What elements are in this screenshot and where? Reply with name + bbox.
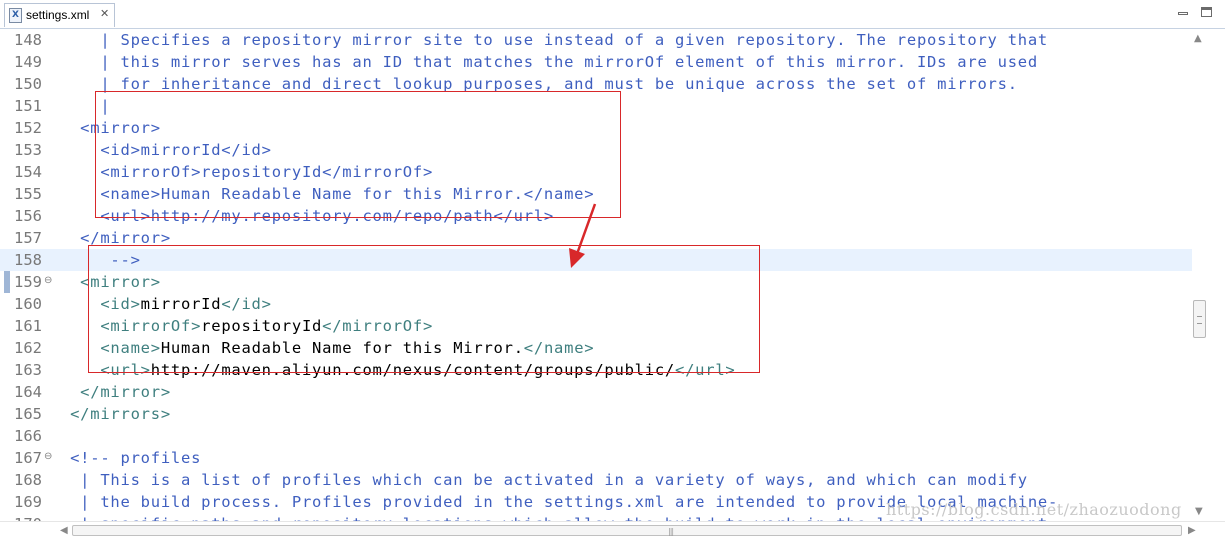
line-number: 157: [14, 229, 42, 247]
scroll-left-icon[interactable]: ◀: [60, 525, 68, 536]
code-token: <!-- profiles: [60, 449, 202, 467]
code-line[interactable]: 165 </mirrors>: [0, 403, 1192, 425]
line-number: 152: [14, 119, 42, 137]
code-text: | this mirror serves has an ID that matc…: [60, 51, 1038, 73]
line-number: 158: [14, 251, 42, 269]
code-line[interactable]: 166: [0, 425, 1192, 447]
editor-tab-bar: X settings.xml ✕: [0, 0, 1225, 29]
line-number: 169: [14, 493, 42, 511]
maximize-icon[interactable]: [1200, 6, 1214, 18]
code-line[interactable]: 149 | this mirror serves has an ID that …: [0, 51, 1192, 73]
fold-toggle-icon[interactable]: ⊖: [44, 276, 54, 286]
scroll-right-icon[interactable]: ▶: [1188, 525, 1196, 536]
line-number: 166: [14, 427, 42, 445]
line-number: 161: [14, 317, 42, 335]
annotation-arrow-icon: [569, 203, 597, 268]
code-text: </mirror>: [60, 381, 171, 403]
line-number: 150: [14, 75, 42, 93]
xml-file-icon: X: [9, 8, 22, 23]
code-token: | this mirror serves has an ID that matc…: [60, 53, 1038, 71]
scroll-down-icon[interactable]: ▼: [1195, 506, 1203, 517]
line-number: 155: [14, 185, 42, 203]
vertical-scroll-thumb[interactable]: [1193, 300, 1206, 338]
watermark: https://blog.csdn.net/zhaozuodong: [886, 500, 1182, 519]
line-number: 163: [14, 361, 42, 379]
fold-toggle-icon[interactable]: ⊖: [44, 452, 54, 462]
code-line[interactable]: 167 ⊖ <!-- profiles: [0, 447, 1192, 469]
line-number: 168: [14, 471, 42, 489]
code-line[interactable]: 164 </mirror>: [0, 381, 1192, 403]
line-number: 149: [14, 53, 42, 71]
code-line[interactable]: 148 | Specifies a repository mirror site…: [0, 29, 1192, 51]
line-number: 148: [14, 31, 42, 49]
line-number: 167: [14, 449, 42, 467]
code-token: | This is a list of profiles which can b…: [60, 471, 1028, 489]
code-text: | Specifies a repository mirror site to …: [60, 29, 1048, 51]
tab-settings-xml[interactable]: X settings.xml ✕: [4, 3, 115, 27]
minimize-icon[interactable]: [1176, 6, 1190, 18]
code-line[interactable]: 168 | This is a list of profiles which c…: [0, 469, 1192, 491]
grip-icon: |||: [668, 527, 674, 536]
tab-label: settings.xml: [26, 8, 90, 22]
code-text: </mirrors>: [60, 403, 171, 425]
line-number: 165: [14, 405, 42, 423]
line-number: 162: [14, 339, 42, 357]
line-number: 151: [14, 97, 42, 115]
annotation-box-original-mirror: [95, 91, 621, 218]
line-number: 170: [14, 513, 48, 521]
line-number: 154: [14, 163, 42, 181]
line-number: 160: [14, 295, 42, 313]
close-icon[interactable]: ✕: [100, 7, 109, 20]
vertical-scrollbar[interactable]: [1192, 29, 1225, 521]
horizontal-scrollbar[interactable]: ◀ ||| ▶: [0, 521, 1225, 540]
code-token: </mirror>: [60, 383, 171, 401]
code-token: </mirrors>: [60, 405, 171, 423]
line-number: 159: [14, 273, 42, 291]
code-text: | This is a list of profiles which can b…: [60, 469, 1028, 491]
annotation-box-aliyun-mirror: [88, 245, 760, 373]
horizontal-scroll-thumb[interactable]: |||: [72, 525, 1182, 536]
line-number: 153: [14, 141, 42, 159]
line-number: 156: [14, 207, 42, 225]
line-number: 164: [14, 383, 42, 401]
code-text: <!-- profiles: [60, 447, 201, 469]
scroll-up-icon[interactable]: ▲: [1194, 33, 1206, 44]
code-token: | Specifies a repository mirror site to …: [60, 31, 1049, 49]
